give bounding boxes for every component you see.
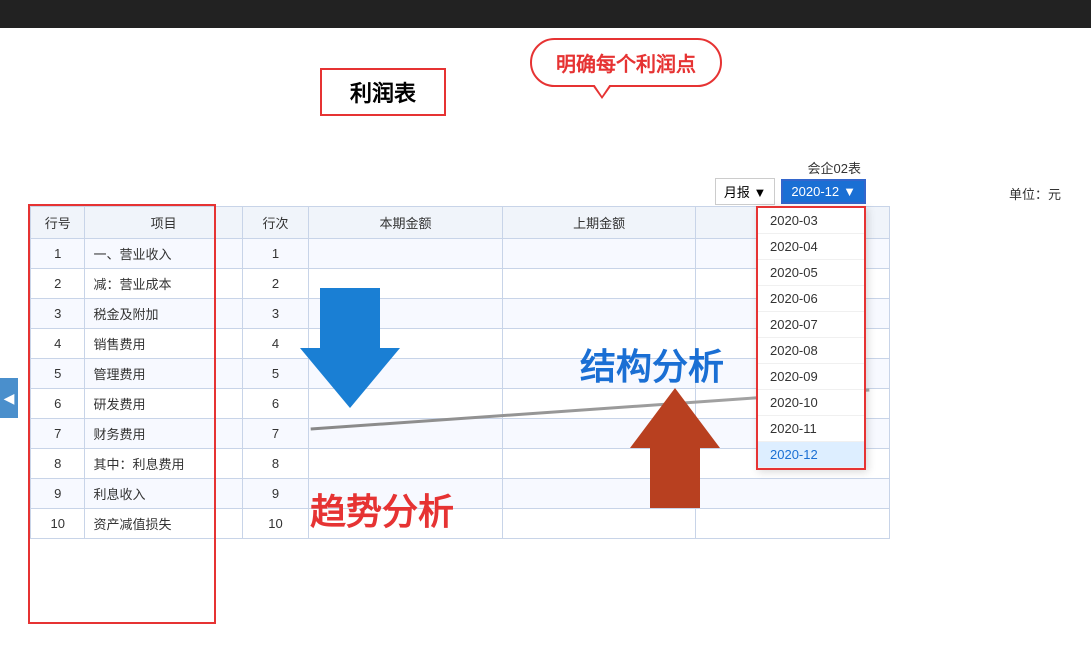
cell-item: 财务费用 [85,419,242,449]
cell-item: 其中：利息费用 [85,449,242,479]
table-row: 9 利息收入 9 [31,479,890,509]
dropdown-menu: 2020-03 2020-04 2020-05 2020-06 2020-07 … [756,206,866,470]
cell-id: 10 [31,509,85,539]
cell-item: 税金及附加 [85,299,242,329]
cell-order: 7 [242,419,309,449]
cell-order: 1 [242,239,309,269]
dropdown-item-2020-08[interactable]: 2020-08 [758,338,864,364]
date-selected-label: 2020-12 [791,184,839,199]
cell-order: 6 [242,389,309,419]
date-chevron: ▼ [843,184,856,199]
company-code: 会企02表 [808,158,861,177]
dropdown-item-2020-09[interactable]: 2020-09 [758,364,864,390]
cell-item: 一、营业收入 [85,239,242,269]
cell-year [696,479,890,509]
cell-order: 4 [242,329,309,359]
jiegou-label: 结构分析 [580,338,724,390]
col-header-current: 本期金额 [309,207,503,239]
page-title: 利润表 [320,68,446,116]
cell-id: 4 [31,329,85,359]
cell-item: 研发费用 [85,389,242,419]
top-bar [0,0,1091,28]
cell-item: 利息收入 [85,479,242,509]
cell-order: 3 [242,299,309,329]
qushi-label: 趋势分析 [310,483,454,535]
cell-order: 9 [242,479,309,509]
cell-id: 6 [31,389,85,419]
left-nav-button[interactable]: ◀ [0,378,18,418]
cell-id: 3 [31,299,85,329]
cell-year [696,509,890,539]
dropdown-item-2020-05[interactable]: 2020-05 [758,260,864,286]
cell-item: 销售费用 [85,329,242,359]
cell-prev [502,299,696,329]
dropdown-item-2020-04[interactable]: 2020-04 [758,234,864,260]
cell-id: 5 [31,359,85,389]
period-label: 月报 [724,185,750,200]
col-header-prev: 上期金额 [502,207,696,239]
dropdown-item-2020-12[interactable]: 2020-12 [758,442,864,468]
dropdown-item-2020-07[interactable]: 2020-07 [758,312,864,338]
date-select[interactable]: 2020-12 ▼ [781,179,866,204]
controls-row: 月报 ▼ 2020-12 ▼ [715,178,866,205]
brown-arrow-up [630,388,720,508]
cell-id: 8 [31,449,85,479]
col-header-item: 项目 [85,207,242,239]
period-chevron: ▼ [754,185,767,200]
cell-item: 减：营业成本 [85,269,242,299]
cell-order: 5 [242,359,309,389]
speech-bubble: 明确每个利润点 [530,38,722,87]
cell-current [309,239,503,269]
cell-id: 7 [31,419,85,449]
cell-item: 资产减值损失 [85,509,242,539]
cell-item: 管理费用 [85,359,242,389]
dropdown-item-2020-11[interactable]: 2020-11 [758,416,864,442]
unit-text: 单位：元 [1009,184,1061,203]
col-header-order: 行次 [242,207,309,239]
cell-id: 1 [31,239,85,269]
dropdown-item-2020-10[interactable]: 2020-10 [758,390,864,416]
period-select[interactable]: 月报 ▼ [715,178,776,205]
cell-prev [502,239,696,269]
cell-order: 8 [242,449,309,479]
col-header-id: 行号 [31,207,85,239]
cell-id: 9 [31,479,85,509]
dropdown-item-2020-06[interactable]: 2020-06 [758,286,864,312]
blue-arrow-down [300,288,400,408]
main-content: 明确每个利润点 利润表 会企02表 月报 ▼ 2020-12 ▼ 单位：元 20… [0,28,1091,654]
cell-current [309,449,503,479]
cell-order: 10 [242,509,309,539]
cell-prev [502,509,696,539]
dropdown-scroll[interactable]: 2020-03 2020-04 2020-05 2020-06 2020-07 … [758,208,864,468]
cell-order: 2 [242,269,309,299]
table-row: 10 资产减值损失 10 [31,509,890,539]
cell-id: 2 [31,269,85,299]
dropdown-item-2020-03[interactable]: 2020-03 [758,208,864,234]
cell-prev [502,269,696,299]
